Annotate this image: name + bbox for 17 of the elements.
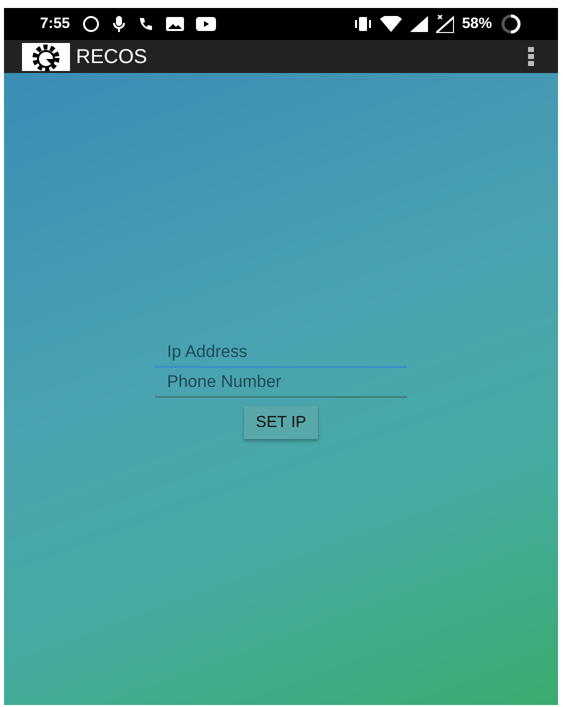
text-field[interactable]: Phone Number — [155, 368, 407, 398]
signal-icon — [436, 15, 454, 33]
app-title: RECOS — [76, 44, 148, 70]
battery-percent: 58% — [462, 14, 492, 34]
overflow-menu-button[interactable] — [528, 47, 534, 66]
image-icon — [166, 17, 184, 31]
video-icon — [196, 17, 216, 31]
microphone-icon — [112, 15, 126, 33]
wifi-icon — [380, 16, 402, 32]
text-field[interactable]: Ip Address — [155, 338, 407, 368]
vibrate-icon — [354, 16, 372, 32]
signal-icon — [410, 16, 428, 32]
gear-logo-icon — [22, 42, 70, 70]
battery-ring-icon — [500, 13, 522, 35]
phone-icon — [138, 16, 154, 32]
status-time: 7:55 — [40, 14, 70, 34]
set-ip-button[interactable]: SET IP — [244, 406, 318, 439]
